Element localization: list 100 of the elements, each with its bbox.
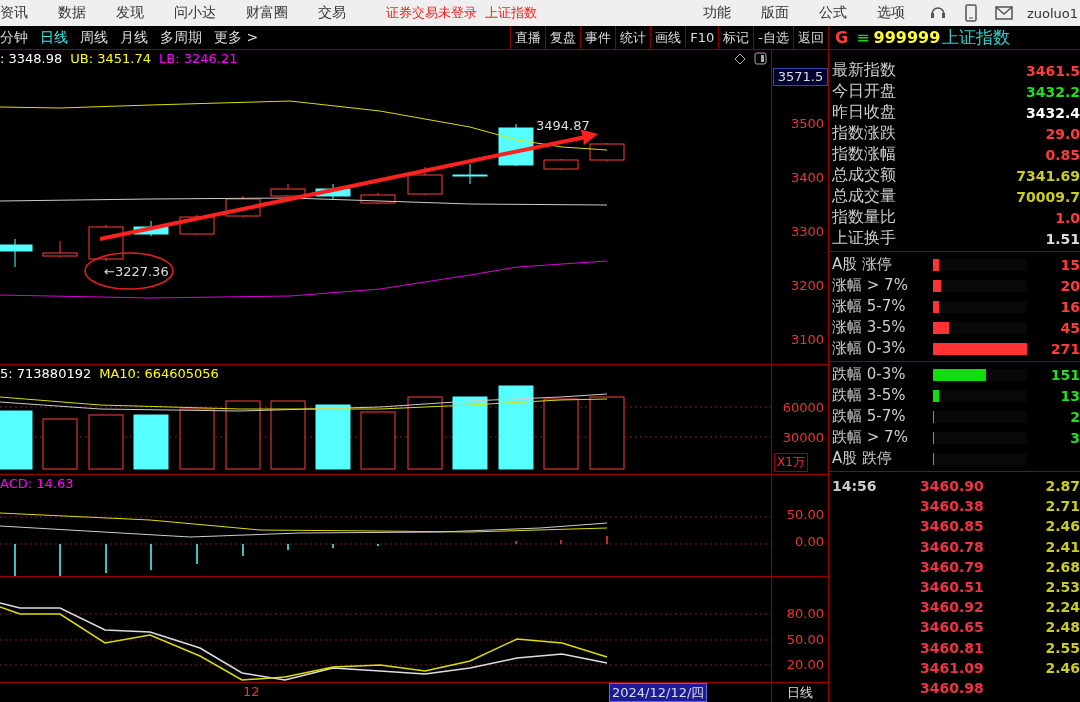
axis-label: 3100 [790,332,824,347]
breadth-count: 151 [1049,366,1080,383]
menu-item[interactable]: 公式 [818,4,847,22]
tick-amount: 2.46 [1045,518,1080,535]
menu-item[interactable]: 功能 [702,4,731,22]
candle [0,238,33,268]
volume-bar [88,414,124,470]
tick-amount: 2.71 [1045,498,1080,515]
tick-amount: 2.53 [1045,579,1080,596]
indicator-legend: ACD: 14.63 [0,476,74,491]
menu-item[interactable]: 资讯 [0,4,28,22]
stat-label: 指数涨幅 [832,144,896,165]
volume-bar [543,398,579,470]
cursor-date: 2024/12/12/四 [609,683,708,702]
indicator-legend: LB: 3246.21 [159,51,238,66]
stat-label: 总成交量 [832,186,896,207]
tick-price: 3460.65 [920,619,984,636]
axis-label: 20.00 [786,657,824,672]
candle [42,240,78,258]
tick-price: 3460.79 [920,558,984,575]
breadth-label: A股 跌停 [832,449,894,468]
axis-label: 50.00 [786,632,824,647]
stat-value: 7341.69 [1016,167,1080,184]
tick-price: 3460.92 [920,599,984,616]
stat-value: 1.0 [1055,209,1080,226]
stat-label: 上证换手 [832,228,896,249]
tick-price: 3460.98 [920,679,984,696]
tick-amount: 2.87 [1045,478,1080,495]
volume-bar [42,418,78,470]
indicator-legend: 5: 713880192 [0,366,92,381]
index-name: 上证指数 [942,26,1011,49]
indicator-legend: UB: 3451.74 [70,51,151,66]
indicator-legend: MA10: 664605056 [99,366,219,381]
volume-bar [270,400,306,470]
period-label: 日线 [787,683,814,702]
indicator-legend: : 3348.98 [0,51,63,66]
period-tab[interactable]: 分钟 [0,26,34,49]
axis-label: 3400 [790,170,824,185]
stat-value: 70009.7 [1016,188,1080,205]
toolbar-button[interactable]: 画线 [650,26,686,49]
phone-icon[interactable] [964,4,977,22]
tick-amount: 2.55 [1045,639,1080,656]
stat-label: 最新指数 [832,60,896,81]
menu-item[interactable]: 交易 [318,4,346,22]
menu-item[interactable]: 数据 [58,4,86,22]
menu-item[interactable]: 选项 [876,4,905,22]
menu-glyph[interactable]: ≡ [856,28,870,47]
breadth-label: 跌幅 0-3% [832,365,907,384]
username[interactable]: zuoluo1 [1026,5,1078,21]
breadth-label: 跌幅 > 7% [832,428,909,447]
stat-value: 3432.2 [1025,83,1080,100]
headset-icon[interactable] [928,5,947,21]
toolbar-button[interactable]: 标记 [718,26,754,49]
period-tab[interactable]: 更多 > [214,26,265,49]
market-letter: G [835,28,849,47]
stat-label: 指数涨跌 [832,123,896,144]
index-link[interactable]: 上证指数 [485,4,537,22]
period-tab[interactable]: 周线 [80,26,114,49]
axis-cursor-value: 3571.5 [773,68,828,86]
diamond-icon[interactable] [734,53,746,65]
axis-label: 3200 [790,278,824,293]
axis-label: 3300 [790,224,824,239]
axis-label: 3500 [790,116,824,131]
breadth-count: 15 [1059,256,1080,273]
toolbar-button[interactable]: -自选 [753,26,793,49]
toolbar-button[interactable]: 统计 [615,26,651,49]
toolbar-button[interactable]: 事件 [580,26,616,49]
menu-item[interactable]: 财富圈 [246,4,288,22]
toolbar-button[interactable]: F10 [685,26,719,49]
toolbar-button[interactable]: 直播 [510,26,546,49]
stat-label: 昨日收盘 [832,102,896,123]
toolbar-button[interactable]: 复盘 [545,26,581,49]
tick-price: 3461.09 [920,659,984,676]
unit-label: X1万 [774,453,808,472]
toolbar-button[interactable]: 返回 [793,26,828,49]
panel-toggle-icon[interactable] [754,52,767,65]
low-price-label: ←3227.36 [104,264,169,279]
axis-label: 30000 [782,430,824,445]
volume-bar [225,400,261,470]
stat-label: 今日开盘 [832,81,896,102]
period-tab[interactable]: 日线 [40,26,74,49]
tick-price: 3460.85 [920,518,984,535]
tick-price: 3460.90 [920,478,984,495]
mail-icon[interactable] [994,6,1013,20]
menu-item[interactable]: 发现 [116,4,144,22]
period-tab[interactable]: 月线 [120,26,154,49]
tick-amount: 2.46 [1045,659,1080,676]
tick-time: 14:56 [832,478,877,495]
tick-amount: 2.48 [1045,619,1080,636]
period-tab[interactable]: 多周期 [160,26,208,49]
breadth-count: 16 [1059,298,1080,315]
candle [543,158,579,171]
tick-price: 3460.78 [920,538,984,555]
menu-item[interactable]: 版面 [760,4,789,22]
stat-label: 指数量比 [832,207,896,228]
stat-value: 0.85 [1045,146,1080,163]
candle [360,192,396,205]
menu-item[interactable]: 问小达 [174,4,216,22]
breadth-count: 20 [1059,277,1080,294]
breadth-label: 跌幅 5-7% [832,407,907,426]
